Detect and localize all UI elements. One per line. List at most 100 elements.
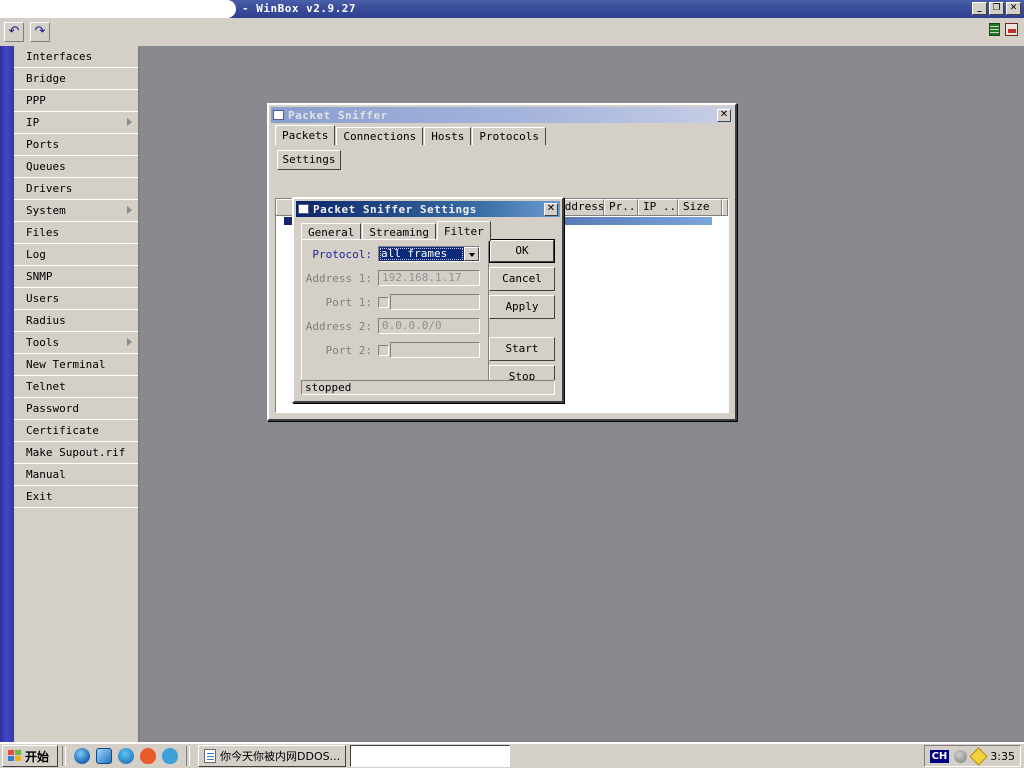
- chevron-right-icon: [127, 338, 132, 346]
- column-header[interactable]: Size: [678, 199, 722, 215]
- packet-sniffer-titlebar: Packet Sniffer ✕: [271, 107, 733, 123]
- window-icon: [273, 110, 284, 120]
- sidebar-item-label: New Terminal: [26, 358, 106, 371]
- chevron-right-icon: [127, 118, 132, 126]
- cancel-button[interactable]: Cancel: [489, 267, 555, 291]
- start-button-taskbar[interactable]: 开始: [2, 745, 58, 767]
- port1-checkbox[interactable]: [378, 296, 389, 308]
- taskbar-window-button-2[interactable]: [350, 745, 511, 767]
- start-button[interactable]: Start: [489, 337, 555, 361]
- sidebar-item-radius[interactable]: Radius: [14, 310, 138, 332]
- settings-close-icon[interactable]: ✕: [544, 202, 558, 216]
- winbox-app-window: - WinBox v2.9.27 _ ❐ ✕ ↶ ↷ RouterOS WinB…: [0, 0, 1024, 768]
- undo-icon[interactable]: ↶: [4, 22, 24, 42]
- sidebar-item-label: Files: [26, 226, 60, 239]
- address1-input[interactable]: 192.168.1.17: [378, 270, 480, 286]
- column-header-label: Pr...: [609, 200, 637, 213]
- taskbar-window-button[interactable]: 你今天你被内网DDOS...: [198, 745, 347, 767]
- ok-button[interactable]: OK: [489, 239, 555, 263]
- sidebar-item-tools[interactable]: Tools: [14, 332, 138, 354]
- port2-input[interactable]: [390, 342, 480, 358]
- restore-button[interactable]: ❐: [989, 2, 1004, 15]
- settings-button[interactable]: Settings: [277, 150, 341, 170]
- sidebar-item-certificate[interactable]: Certificate: [14, 420, 138, 442]
- traffic-graph-icon[interactable]: [989, 23, 1000, 36]
- sidebar-item-label: Log: [26, 248, 46, 261]
- port1-input[interactable]: [390, 294, 480, 310]
- sidebar-item-label: Exit: [26, 490, 53, 503]
- sidebar-item-password[interactable]: Password: [14, 398, 138, 420]
- document-icon: [204, 749, 216, 763]
- address1-label: Address 1:: [305, 271, 372, 285]
- tab-connections[interactable]: Connections: [336, 127, 424, 145]
- chevron-down-icon[interactable]: [464, 247, 479, 261]
- app-title: - WinBox v2.9.27: [242, 2, 356, 15]
- address2-input[interactable]: 0.0.0.0/0: [378, 318, 480, 334]
- tab-packets[interactable]: Packets: [275, 125, 336, 145]
- sidebar-item-make-supout-rif[interactable]: Make Supout.rif: [14, 442, 138, 464]
- column-header-label: IP ...: [643, 200, 677, 213]
- app-toolbar: ↶ ↷: [0, 18, 1024, 47]
- close-button[interactable]: ✕: [1006, 2, 1021, 15]
- packet-sniffer-settings-dialog[interactable]: Packet Sniffer Settings ✕ General Streami…: [292, 197, 564, 403]
- sidebar-item-ppp[interactable]: PPP: [14, 90, 138, 112]
- sidebar-item-drivers[interactable]: Drivers: [14, 178, 138, 200]
- sidebar-item-new-terminal[interactable]: New Terminal: [14, 354, 138, 376]
- sidebar-item-ports[interactable]: Ports: [14, 134, 138, 156]
- sidebar-item-bridge[interactable]: Bridge: [14, 68, 138, 90]
- sidebar-item-files[interactable]: Files: [14, 222, 138, 244]
- volume-icon[interactable]: [954, 749, 968, 763]
- sidebar-item-queues[interactable]: Queues: [14, 156, 138, 178]
- qq-penguin-blue-icon[interactable]: [162, 748, 178, 764]
- chevron-right-icon: [127, 206, 132, 214]
- sidebar-item-exit[interactable]: Exit: [14, 486, 138, 508]
- browser-icon[interactable]: [96, 748, 112, 764]
- column-header[interactable]: Pr...: [604, 199, 638, 215]
- sidebar-item-log[interactable]: Log: [14, 244, 138, 266]
- address2-label: Address 2:: [305, 319, 372, 333]
- sidebar-accent-strip: RouterOS WinBox www.RouterClub.com: [0, 46, 14, 742]
- port2-checkbox[interactable]: [378, 344, 389, 356]
- taskbar-window-label: 你今天你被内网DDOS...: [220, 750, 341, 763]
- secure-connection-icon[interactable]: [1005, 23, 1018, 36]
- status-bar: stopped: [301, 380, 555, 395]
- sidebar-item-label: System: [26, 204, 66, 217]
- pencil-icon[interactable]: [969, 746, 988, 766]
- sidebar-item-ip[interactable]: IP: [14, 112, 138, 134]
- sidebar-item-label: SNMP: [26, 270, 53, 283]
- settings-title: Packet Sniffer Settings: [313, 202, 477, 216]
- redo-icon[interactable]: ↷: [30, 22, 50, 42]
- qq-penguin-icon[interactable]: [140, 748, 156, 764]
- sidebar-item-label: IP: [26, 116, 40, 129]
- settings-titlebar: Packet Sniffer Settings ✕: [296, 201, 560, 217]
- minimize-button[interactable]: _: [972, 2, 987, 15]
- settings-tabs: General Streaming Filter: [301, 221, 492, 241]
- tab-hosts[interactable]: Hosts: [424, 127, 472, 145]
- taskbar-divider-2: [186, 746, 190, 766]
- sidebar-item-manual[interactable]: Manual: [14, 464, 138, 486]
- ime-indicator[interactable]: CH: [929, 749, 950, 763]
- sidebar-item-snmp[interactable]: SNMP: [14, 266, 138, 288]
- sidebar-item-label: Queues: [26, 160, 66, 173]
- packet-sniffer-close-icon[interactable]: ✕: [717, 108, 731, 122]
- windows-logo-icon: [8, 749, 22, 763]
- sidebar-item-users[interactable]: Users: [14, 288, 138, 310]
- column-header[interactable]: IP ...: [638, 199, 678, 215]
- media-icon[interactable]: [118, 748, 134, 764]
- tab-protocols[interactable]: Protocols: [472, 127, 546, 145]
- internet-explorer-icon[interactable]: [74, 748, 90, 764]
- app-titlebar: - WinBox v2.9.27 _ ❐ ✕: [0, 0, 1024, 18]
- protocol-select[interactable]: all frames: [378, 246, 480, 262]
- start-label: 开始: [25, 749, 50, 764]
- sidebar-item-system[interactable]: System: [14, 200, 138, 222]
- sidebar-item-label: Password: [26, 402, 79, 415]
- sidebar-item-interfaces[interactable]: Interfaces: [14, 46, 138, 68]
- apply-button[interactable]: Apply: [489, 295, 555, 319]
- sidebar-item-label: Interfaces: [26, 50, 93, 63]
- protocol-field-row: Protocol: all frames: [302, 244, 480, 264]
- main-menu: Interfaces Bridge PPP IP Ports Queues Drivers S…: [14, 46, 140, 742]
- protocol-value: all frames: [379, 247, 464, 261]
- settings-tab-filter[interactable]: Filter: [436, 221, 491, 241]
- sidebar-item-label: Manual: [26, 468, 66, 481]
- sidebar-item-telnet[interactable]: Telnet: [14, 376, 138, 398]
